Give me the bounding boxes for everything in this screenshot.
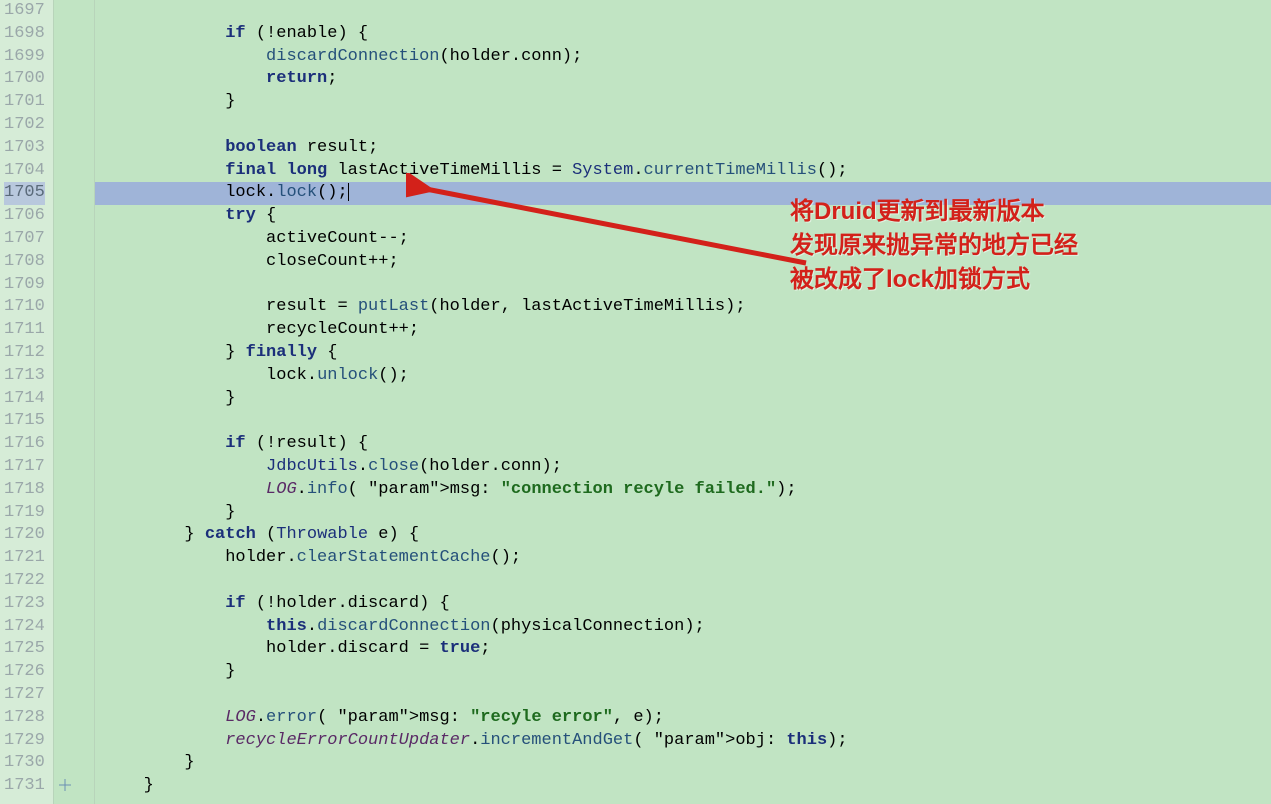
line-number[interactable]: 1705 [4,182,45,205]
code-line[interactable] [95,684,1271,707]
line-number[interactable]: 1724 [4,616,45,639]
line-number[interactable]: 1719 [4,502,45,525]
code-line[interactable]: holder.discard = true; [95,638,1271,661]
line-number[interactable]: 1709 [4,274,45,297]
code-line[interactable]: } [95,388,1271,411]
line-number[interactable]: 1712 [4,342,45,365]
line-number[interactable]: 1727 [4,684,45,707]
code-line[interactable]: if (!result) { [95,433,1271,456]
line-number[interactable]: 1722 [4,570,45,593]
code-editor[interactable]: 1697169816991700170117021703170417051706… [0,0,1271,804]
line-number[interactable]: 1730 [4,752,45,775]
code-line[interactable]: } [95,775,1271,798]
code-line[interactable]: LOG.error( "param">msg: "recyle error", … [95,707,1271,730]
code-line[interactable]: if (!enable) { [95,23,1271,46]
line-number[interactable]: 1723 [4,593,45,616]
line-number[interactable]: 1699 [4,46,45,69]
line-number[interactable]: 1703 [4,137,45,160]
line-number[interactable]: 1715 [4,410,45,433]
code-line[interactable]: final long lastActiveTimeMillis = System… [95,160,1271,183]
code-line[interactable]: result = putLast(holder, lastActiveTimeM… [95,296,1271,319]
line-number[interactable]: 1728 [4,707,45,730]
code-line[interactable]: } [95,661,1271,684]
code-line[interactable]: } catch (Throwable e) { [95,524,1271,547]
line-number[interactable]: 1718 [4,479,45,502]
line-number[interactable]: 1726 [4,661,45,684]
line-number[interactable]: 1716 [4,433,45,456]
line-number[interactable]: 1711 [4,319,45,342]
line-number-gutter[interactable]: 1697169816991700170117021703170417051706… [0,0,54,804]
line-number[interactable]: 1708 [4,251,45,274]
fold-margin[interactable] [54,0,95,804]
code-line[interactable]: boolean result; [95,137,1271,160]
code-line[interactable] [95,410,1271,433]
line-number[interactable]: 1700 [4,68,45,91]
code-line[interactable]: closeCount++; [95,251,1271,274]
code-line[interactable]: } finally { [95,342,1271,365]
line-number[interactable]: 1714 [4,388,45,411]
code-line[interactable]: JdbcUtils.close(holder.conn); [95,456,1271,479]
line-number[interactable]: 1731 [4,775,45,798]
line-number[interactable]: 1721 [4,547,45,570]
line-number[interactable]: 1707 [4,228,45,251]
code-line[interactable]: LOG.info( "param">msg: "connection recyl… [95,479,1271,502]
line-number[interactable]: 1698 [4,23,45,46]
line-number[interactable]: 1710 [4,296,45,319]
code-line[interactable]: lock.unlock(); [95,365,1271,388]
line-number[interactable]: 1706 [4,205,45,228]
code-line[interactable]: discardConnection(holder.conn); [95,46,1271,69]
code-line[interactable]: } [95,502,1271,525]
code-line[interactable]: recycleCount++; [95,319,1271,342]
line-number[interactable]: 1702 [4,114,45,137]
line-number[interactable]: 1704 [4,160,45,183]
fold-toggle-icon[interactable] [58,778,72,792]
code-area[interactable]: if (!enable) { discardConnection(holder.… [95,0,1271,804]
code-line[interactable]: holder.clearStatementCache(); [95,547,1271,570]
code-line[interactable] [95,570,1271,593]
code-line[interactable] [95,274,1271,297]
code-line[interactable]: } [95,91,1271,114]
line-number[interactable]: 1725 [4,638,45,661]
code-line[interactable]: recycleErrorCountUpdater.incrementAndGet… [95,730,1271,753]
code-line[interactable]: try { [95,205,1271,228]
code-line[interactable]: } [95,752,1271,775]
code-line[interactable]: lock.lock(); [95,182,1271,205]
line-number[interactable]: 1729 [4,730,45,753]
code-line[interactable] [95,0,1271,23]
code-line[interactable]: if (!holder.discard) { [95,593,1271,616]
line-number[interactable]: 1701 [4,91,45,114]
code-line[interactable]: return; [95,68,1271,91]
line-number[interactable]: 1720 [4,524,45,547]
code-line[interactable] [95,114,1271,137]
line-number[interactable]: 1717 [4,456,45,479]
line-number[interactable]: 1713 [4,365,45,388]
code-line[interactable]: activeCount--; [95,228,1271,251]
line-number[interactable]: 1697 [4,0,45,23]
code-line[interactable]: this.discardConnection(physicalConnectio… [95,616,1271,639]
